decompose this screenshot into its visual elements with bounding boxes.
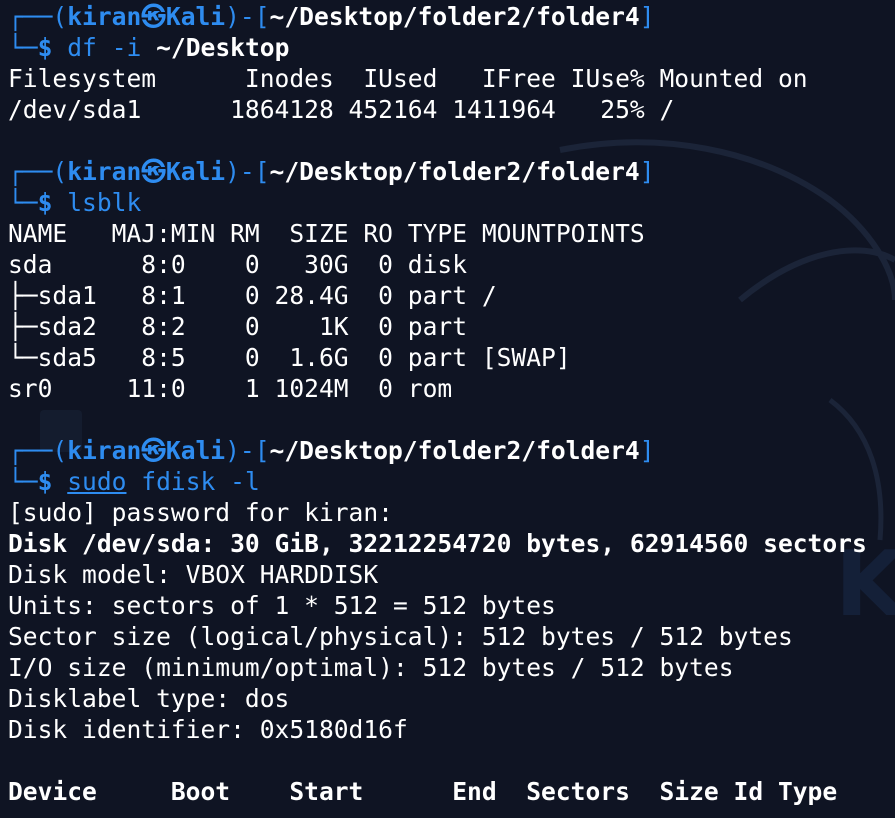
command-name: lsblk (67, 188, 142, 217)
prompt-bracket: ] (639, 2, 655, 31)
prompt-user: kiran (67, 2, 142, 31)
kali-icon: ㉿ (141, 2, 166, 31)
prompt-line-top: ┌──(kiran㉿Kali)-[~/Desktop/folder2/folde… (8, 435, 895, 466)
prompt-host: Kali (165, 436, 226, 465)
prompt-host: Kali (165, 2, 226, 31)
prompt-separator: )-[ (225, 157, 270, 186)
table-header-line: Device Boot Start End Sectors Size Id Ty… (8, 777, 838, 806)
output-line-bold: Disk /dev/sda: 30 GiB, 32212254720 bytes… (8, 529, 867, 558)
prompt-separator: )-[ (225, 2, 270, 31)
prompt-paren: ( (52, 436, 68, 465)
prompt-dollar: $ (37, 188, 53, 217)
prompt-corner: ┌── (8, 2, 53, 31)
command-arg: -l (230, 467, 260, 496)
prompt-line-top: ┌──(kiran㉿Kali)-[~/Desktop/folder2/folde… (8, 1, 895, 32)
prompt-corner: └─ (8, 188, 38, 217)
output-line: NAME MAJ:MIN RM SIZE RO TYPE MOUNTPOINTS (8, 219, 645, 248)
prompt-dollar: $ (37, 33, 53, 62)
output-line: sr0 11:0 1 1024M 0 rom (8, 374, 453, 403)
command-line: └─$ lsblk (8, 187, 895, 218)
command-arg: ~/Desktop (156, 33, 290, 62)
prompt-bracket: ] (639, 157, 655, 186)
output-line: sda 8:0 0 30G 0 disk (8, 250, 468, 279)
output-line: /dev/sda1 1864128 452164 1411964 25% / (8, 95, 675, 124)
prompt-bracket: ] (639, 436, 655, 465)
output-line: ├─sda1 8:1 0 28.4G 0 part / (8, 281, 497, 310)
prompt-user: kiran (67, 436, 142, 465)
kali-icon: ㉿ (141, 157, 166, 186)
output-line: I/O size (minimum/optimal): 512 bytes / … (8, 653, 734, 682)
prompt-corner: ┌── (8, 436, 53, 465)
prompt-path: ~/Desktop/folder2/folder4 (269, 436, 640, 465)
command-line: └─$ df -i ~/Desktop (8, 32, 895, 63)
output-line: Filesystem Inodes IUsed IFree IUse% Moun… (8, 64, 808, 93)
prompt-user: kiran (67, 157, 142, 186)
prompt-corner: └─ (8, 33, 38, 62)
output-line: [sudo] password for kiran: (8, 498, 393, 527)
prompt-dollar: $ (37, 467, 53, 496)
prompt-paren: ( (52, 157, 68, 186)
command-name: df (67, 33, 97, 62)
prompt-path: ~/Desktop/folder2/folder4 (269, 2, 640, 31)
prompt-corner: ┌── (8, 157, 53, 186)
prompt-host: Kali (165, 157, 226, 186)
output-line: Disk model: VBOX HARDDISK (8, 560, 379, 589)
command-sudo: sudo (67, 467, 127, 496)
prompt-path: ~/Desktop/folder2/folder4 (269, 157, 640, 186)
command-name: fdisk (141, 467, 216, 496)
kali-icon: ㉿ (141, 436, 166, 465)
output-line: Disk identifier: 0x5180d16f (8, 715, 408, 744)
prompt-corner: └─ (8, 467, 38, 496)
output-line: ├─sda2 8:2 0 1K 0 part (8, 312, 468, 341)
command-arg: -i (111, 33, 142, 62)
command-line: └─$ sudo fdisk -l (8, 466, 895, 497)
prompt-separator: )-[ (225, 436, 270, 465)
prompt-line-top: ┌──(kiran㉿Kali)-[~/Desktop/folder2/folde… (8, 156, 895, 187)
output-line: Disklabel type: dos (8, 684, 290, 713)
output-line: └─sda5 8:5 0 1.6G 0 part [SWAP] (8, 343, 571, 372)
output-line: Sector size (logical/physical): 512 byte… (8, 622, 793, 651)
output-line: Units: sectors of 1 * 512 = 512 bytes (8, 591, 556, 620)
terminal-output[interactable]: ┌──(kiran㉿Kali)-[~/Desktop/folder2/folde… (8, 1, 895, 807)
prompt-paren: ( (52, 2, 68, 31)
